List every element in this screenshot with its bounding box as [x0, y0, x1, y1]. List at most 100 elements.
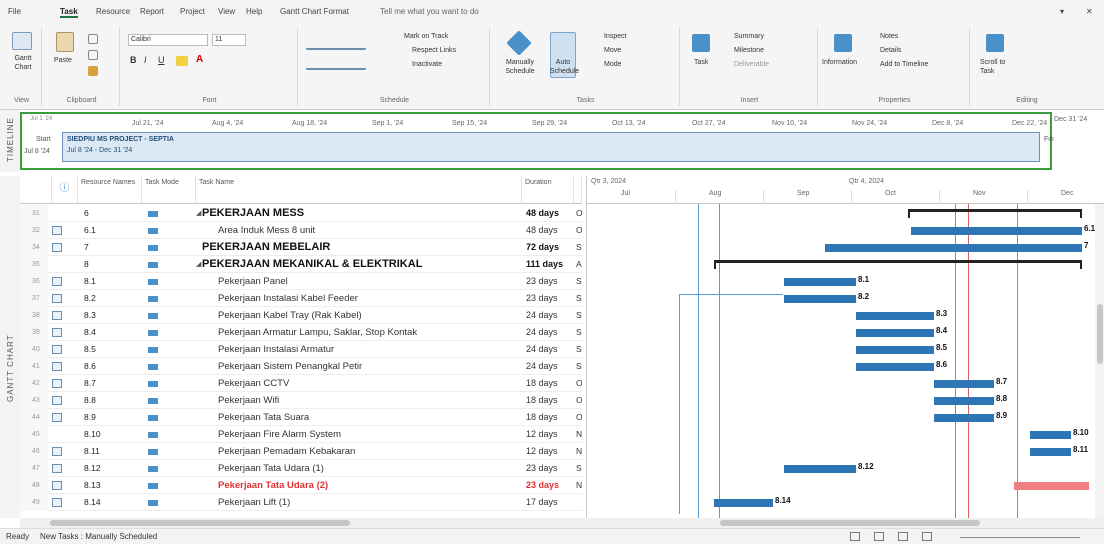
task-name-cell[interactable]: Pekerjaan Panel [200, 273, 522, 290]
note-indicator-icon[interactable] [52, 226, 62, 235]
start-cell[interactable]: N [576, 443, 582, 460]
task-insert-button[interactable]: Task [694, 58, 708, 67]
duration-cell[interactable]: 24 days [526, 341, 574, 358]
task-bar[interactable] [856, 312, 934, 320]
task-mode-cell[interactable] [148, 273, 162, 290]
resource-cell[interactable]: 8.2 [84, 290, 136, 307]
notes-button[interactable]: Notes [880, 32, 898, 41]
resource-cell[interactable]: 8.4 [84, 324, 136, 341]
tab-gantt-chart-format[interactable]: Gantt Chart Format [280, 7, 349, 16]
duration-cell[interactable]: 18 days [526, 375, 574, 392]
task-row[interactable]: 47 8.12 Pekerjaan Tata Udara (1) 23 days S [20, 460, 582, 477]
task-bar[interactable] [1030, 431, 1071, 439]
task-row[interactable]: 41 8.6 Pekerjaan Sistem Penangkal Petir 24 … [20, 358, 582, 375]
start-cell[interactable]: A [576, 256, 582, 273]
font-size-select[interactable]: 11 [212, 34, 246, 46]
task-mode-cell[interactable] [148, 426, 162, 443]
task-bar[interactable] [934, 380, 994, 388]
task-row[interactable]: 32 6.1 Area Induk Mess 8 unit 48 days O [20, 222, 582, 239]
row-number[interactable]: 42 [20, 375, 48, 392]
scroll-to-task-button[interactable]: Scroll to Task [980, 58, 1014, 76]
tab-report[interactable]: Report [140, 7, 164, 16]
italic-button[interactable]: I [144, 56, 147, 65]
task-name-cell[interactable]: Pekerjaan Fire Alarm System [200, 426, 522, 443]
resource-names-header[interactable]: Resource Names [78, 176, 142, 204]
task-mode-header[interactable]: Task Mode [142, 176, 196, 204]
task-bar[interactable] [856, 363, 934, 371]
tab-help[interactable]: Help [246, 7, 262, 16]
task-name-header[interactable]: Task Name [196, 176, 522, 204]
tab-file[interactable]: File [8, 7, 21, 16]
start-cell[interactable]: S [576, 239, 582, 256]
task-row[interactable]: 40 8.5 Pekerjaan Instalasi Armatur 24 days S [20, 341, 582, 358]
milestone-button[interactable]: Milestone [734, 46, 764, 55]
duration-cell[interactable]: 12 days [526, 426, 574, 443]
resource-cell[interactable]: 8.1 [84, 273, 136, 290]
collapse-arrow-icon[interactable]: ◢ [196, 256, 201, 273]
row-number[interactable]: 48 [20, 477, 48, 494]
task-row[interactable]: 49 8.14 Pekerjaan Lift (1) 17 days [20, 494, 582, 511]
duration-cell[interactable]: 24 days [526, 307, 574, 324]
task-bar[interactable] [784, 465, 856, 473]
row-number[interactable]: 35 [20, 256, 48, 273]
task-name-cell[interactable]: PEKERJAAN MEKANIKAL & ELEKTRIKAL [200, 256, 522, 273]
task-name-cell[interactable]: PEKERJAAN MEBELAIR [200, 239, 522, 256]
task-bar[interactable] [1014, 482, 1089, 490]
task-bar[interactable] [934, 414, 994, 422]
task-row[interactable]: 39 8.4 Pekerjaan Armatur Lampu, Saklar, St… [20, 324, 582, 341]
task-row[interactable]: 48 8.13 Pekerjaan Tata Udara (2) 23 days N [20, 477, 582, 494]
note-indicator-icon[interactable] [52, 447, 62, 456]
task-bar[interactable] [784, 278, 856, 286]
start-header[interactable] [574, 176, 582, 204]
resource-cell[interactable]: 8.11 [84, 443, 136, 460]
underline-button[interactable]: U [158, 56, 165, 65]
task-name-cell[interactable]: Pekerjaan Instalasi Kabel Feeder [200, 290, 522, 307]
mode-button[interactable]: Mode [604, 60, 622, 69]
task-name-cell[interactable]: Pekerjaan Wifi [200, 392, 522, 409]
start-cell[interactable]: N [576, 426, 582, 443]
task-mode-cell[interactable] [148, 358, 162, 375]
tab-resource[interactable]: Resource [96, 7, 130, 16]
start-cell[interactable]: O [576, 375, 582, 392]
gantt-chart-button[interactable]: Gantt Chart [6, 54, 40, 72]
task-row[interactable]: 31 6 PEKERJAAN MESS ◢ 48 days O [20, 205, 582, 222]
add-to-timeline-button[interactable]: Add to Timeline [880, 60, 928, 69]
note-indicator-icon[interactable] [52, 498, 62, 507]
task-mode-cell[interactable] [148, 443, 162, 460]
row-number[interactable]: 47 [20, 460, 48, 477]
task-mode-cell[interactable] [148, 205, 162, 222]
row-number[interactable]: 45 [20, 426, 48, 443]
resource-sheet-icon[interactable] [922, 532, 932, 541]
start-cell[interactable]: O [576, 205, 582, 222]
start-cell[interactable]: O [576, 392, 582, 409]
task-mode-cell[interactable] [148, 494, 162, 511]
note-indicator-icon[interactable] [52, 311, 62, 320]
tab-view[interactable]: View [218, 7, 235, 16]
duration-header[interactable]: Duration [522, 176, 574, 204]
row-number[interactable]: 36 [20, 273, 48, 290]
row-number[interactable]: 39 [20, 324, 48, 341]
team-planner-icon[interactable] [898, 532, 908, 541]
manually-schedule-icon[interactable] [506, 30, 532, 56]
task-row[interactable]: 43 8.8 Pekerjaan Wifi 18 days O [20, 392, 582, 409]
task-bar[interactable] [1030, 448, 1071, 456]
deliverable-button[interactable]: Deliverable [734, 60, 769, 69]
task-name-cell[interactable]: Pekerjaan Pemadam Kebakaran [200, 443, 522, 460]
task-mode-cell[interactable] [148, 460, 162, 477]
task-name-cell[interactable]: Pekerjaan Tata Udara (2) [200, 477, 522, 494]
copy-icon[interactable] [88, 50, 98, 60]
resource-cell[interactable]: 8.5 [84, 341, 136, 358]
resource-cell[interactable]: 7 [84, 239, 136, 256]
chart-scroll-thumb[interactable] [720, 520, 980, 526]
task-bar[interactable] [934, 397, 994, 405]
task-row[interactable]: 38 8.3 Pekerjaan Kabel Tray (Rak Kabel) 24 … [20, 307, 582, 324]
duration-cell[interactable]: 48 days [526, 205, 574, 222]
start-cell[interactable]: S [576, 341, 582, 358]
resource-cell[interactable]: 6 [84, 205, 136, 222]
duration-cell[interactable]: 24 days [526, 358, 574, 375]
task-bar[interactable] [714, 499, 773, 507]
task-mode-cell[interactable] [148, 290, 162, 307]
task-name-cell[interactable]: Pekerjaan Armatur Lampu, Saklar, Stop Ko… [200, 324, 522, 341]
zoom-slider[interactable] [960, 537, 1080, 538]
row-number[interactable]: 40 [20, 341, 48, 358]
